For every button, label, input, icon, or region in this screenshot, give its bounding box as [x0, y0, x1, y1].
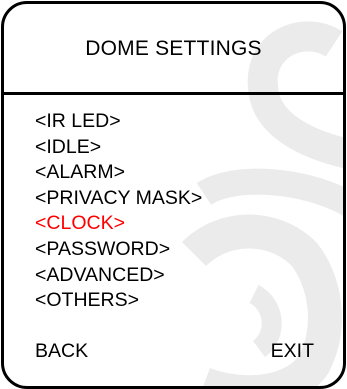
menu-item-others[interactable]: <OTHERS> [35, 288, 202, 314]
menu-item-idle[interactable]: <IDLE> [35, 135, 202, 161]
page-title: DOME SETTINGS [85, 37, 262, 60]
exit-button[interactable]: EXIT [271, 339, 314, 364]
settings-menu: <IR LED> <IDLE> <ALARM> <PRIVACY MASK> <… [35, 109, 202, 314]
menu-item-advanced[interactable]: <ADVANCED> [35, 263, 202, 289]
osd-menu-frame: DOME SETTINGS <IR LED> <IDLE> <ALARM> <P… [1, 1, 346, 389]
menu-item-ir-led[interactable]: <IR LED> [35, 109, 202, 135]
footer-actions: BACK EXIT [35, 339, 314, 364]
title-bar: DOME SETTINGS [4, 4, 343, 95]
back-button[interactable]: BACK [35, 339, 88, 364]
menu-item-alarm[interactable]: <ALARM> [35, 160, 202, 186]
menu-item-clock[interactable]: <CLOCK> [35, 211, 202, 237]
menu-item-password[interactable]: <PASSWORD> [35, 237, 202, 263]
menu-item-privacy-mask[interactable]: <PRIVACY MASK> [35, 186, 202, 212]
